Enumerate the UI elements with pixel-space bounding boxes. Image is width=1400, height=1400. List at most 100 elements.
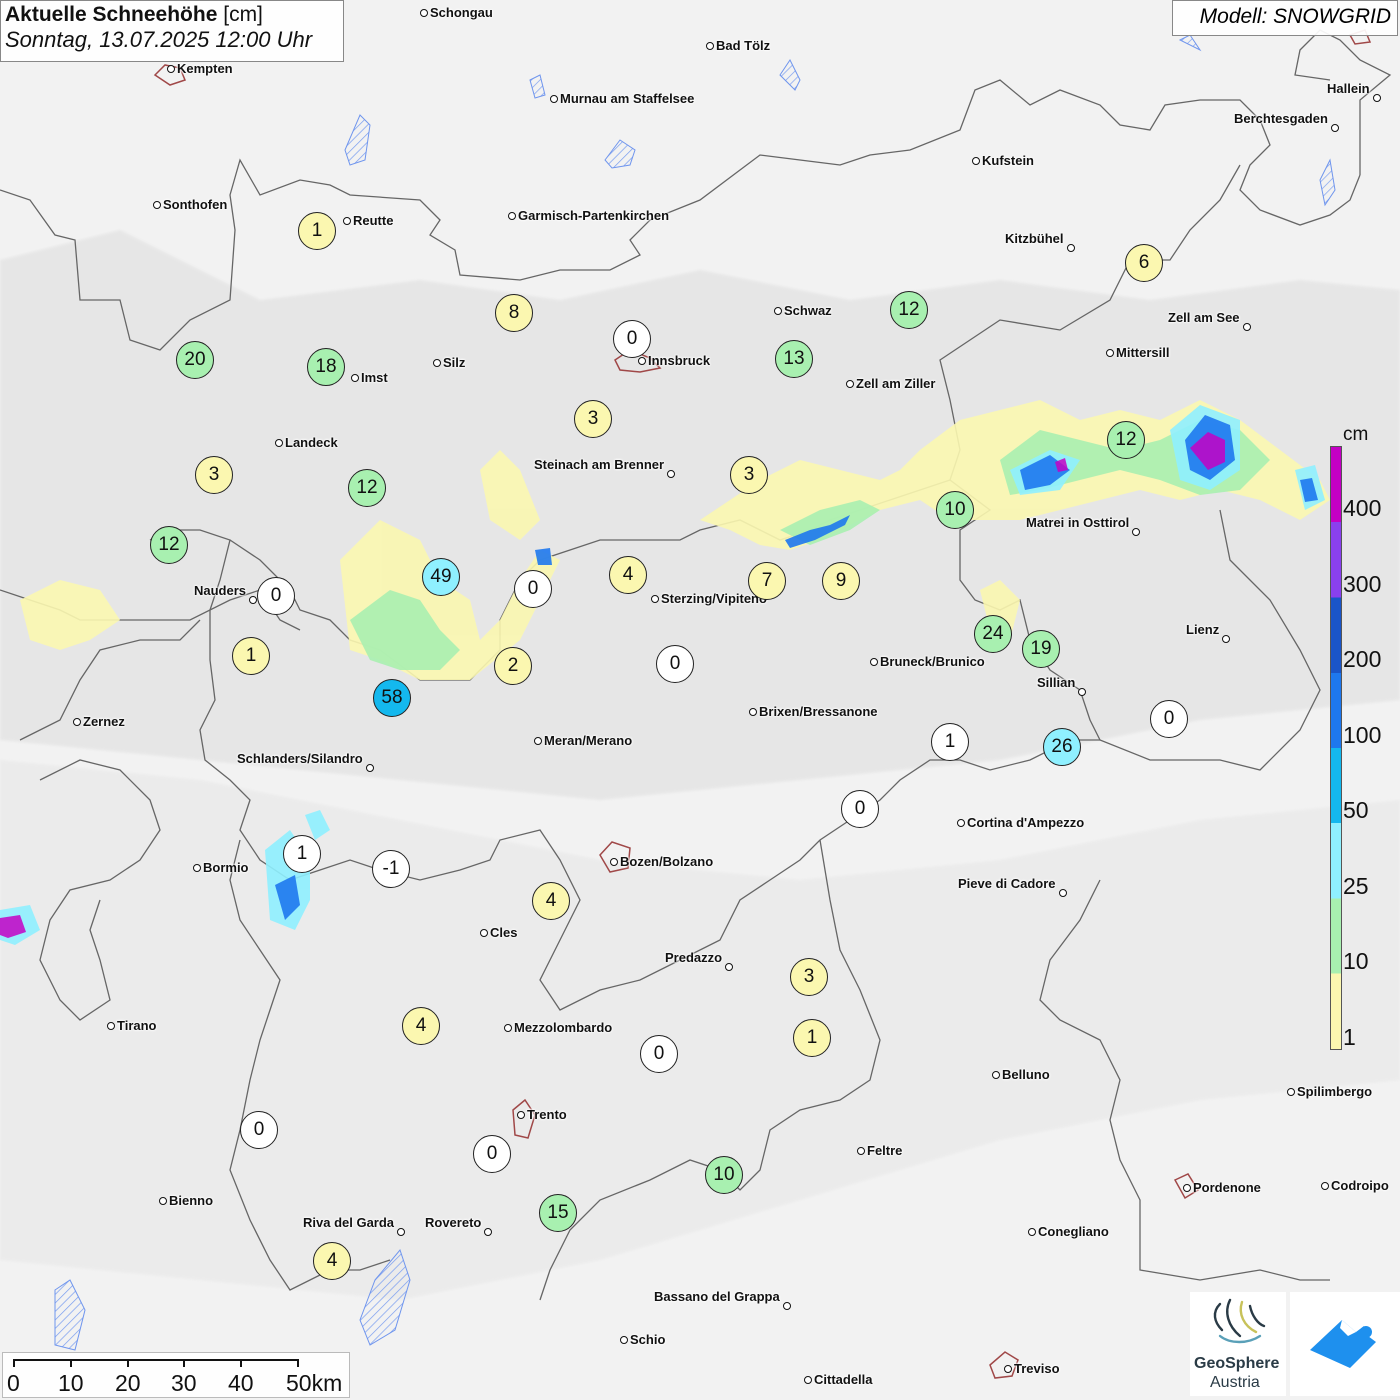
snow-depth-value[interactable]: 8 <box>495 294 533 332</box>
legend-tick-label: 50 <box>1343 797 1369 823</box>
snow-depth-value[interactable]: 4 <box>402 1007 440 1045</box>
city-marker <box>749 708 757 716</box>
city-label: Zell am Ziller <box>856 376 936 391</box>
city-marker <box>1321 1182 1329 1190</box>
city-label: Treviso <box>1014 1361 1060 1376</box>
snow-depth-value[interactable]: 9 <box>822 562 860 600</box>
legend-color-bar <box>1330 446 1342 1050</box>
legend-tick-label: 10 <box>1343 948 1369 974</box>
snow-depth-map[interactable]: Aktuelle Schneehöhe [cm] Sonntag, 13.07.… <box>0 0 1400 1400</box>
snow-depth-value[interactable]: 12 <box>1107 421 1145 459</box>
city-marker <box>73 718 81 726</box>
city-label: Silz <box>443 355 466 370</box>
city-label: Pordenone <box>1193 1180 1261 1195</box>
city-marker <box>870 658 878 666</box>
city-label: Spilimbergo <box>1297 1084 1373 1099</box>
city-label: Matrei in Osttirol <box>1026 515 1130 530</box>
snow-depth-value[interactable]: -1 <box>372 850 410 888</box>
geosphere-logo-icon <box>1213 1298 1266 1344</box>
city-marker <box>153 201 161 209</box>
snow-depth-value[interactable]: 12 <box>348 469 386 507</box>
snow-depth-value[interactable]: 15 <box>539 1194 577 1232</box>
map-title: Aktuelle Schneehöhe [cm] <box>5 3 339 27</box>
snow-depth-value[interactable]: 1 <box>793 1019 831 1057</box>
snow-depth-value[interactable]: 0 <box>656 645 694 683</box>
city-marker <box>972 157 980 165</box>
city-marker <box>1222 635 1230 643</box>
snow-depth-value[interactable]: 4 <box>532 882 570 920</box>
snow-depth-value[interactable]: 26 <box>1043 728 1081 766</box>
city-marker <box>725 963 733 971</box>
city-label: Rovereto <box>425 1215 482 1230</box>
snow-depth-value[interactable]: 12 <box>890 291 928 329</box>
snow-depth-value[interactable]: 13 <box>775 340 813 378</box>
geosphere-logo-subtext: Austria <box>1210 1374 1260 1391</box>
city-label: Riva del Garda <box>303 1215 395 1230</box>
snow-depth-value[interactable]: 1 <box>931 723 969 761</box>
city-marker <box>992 1071 1000 1079</box>
map-date: Sonntag, 13.07.2025 12:00 Uhr <box>5 27 313 52</box>
snow-depth-value[interactable]: 0 <box>841 790 879 828</box>
scale-label: 0 <box>7 1370 20 1396</box>
snow-depth-value[interactable]: 0 <box>257 577 295 615</box>
snow-depth-value[interactable]: 0 <box>640 1035 678 1073</box>
model-label: Modell: SNOWGRID <box>1172 0 1398 36</box>
city-marker <box>1287 1088 1295 1096</box>
city-label: Bruneck/Brunico <box>880 654 985 669</box>
city-marker <box>1132 528 1140 536</box>
snow-depth-value[interactable]: 10 <box>936 491 974 529</box>
mountain-snow-icon <box>1310 1320 1376 1368</box>
snow-depth-value[interactable]: 0 <box>473 1135 511 1173</box>
snow-depth-value[interactable]: 58 <box>373 679 411 717</box>
legend-unit: cm <box>1343 424 1369 445</box>
snow-depth-value[interactable]: 2 <box>494 647 532 685</box>
city-marker <box>857 1147 865 1155</box>
city-label: Kitzbühel <box>1005 231 1064 246</box>
snow-depth-value[interactable]: 3 <box>730 456 768 494</box>
city-marker <box>846 380 854 388</box>
snow-depth-value[interactable]: 7 <box>748 562 786 600</box>
snow-depth-value[interactable]: 12 <box>150 526 188 564</box>
scale-tick <box>127 1359 129 1367</box>
title-main: Aktuelle Schneehöhe <box>5 3 218 26</box>
snow-depth-value[interactable]: 0 <box>1150 700 1188 738</box>
snow-depth-value[interactable]: 4 <box>609 556 647 594</box>
snow-depth-value[interactable]: 3 <box>790 958 828 996</box>
legend-tick-label: 1 <box>1343 1024 1356 1050</box>
city-marker <box>957 819 965 827</box>
city-label: Sonthofen <box>163 197 228 212</box>
snow-depth-value[interactable]: 1 <box>283 835 321 873</box>
snow-depth-value[interactable]: 3 <box>574 400 612 438</box>
snow-depth-value[interactable]: 0 <box>514 570 552 608</box>
city-label: Feltre <box>867 1143 903 1158</box>
city-label: Bassano del Grappa <box>654 1289 780 1304</box>
snow-depth-value[interactable]: 19 <box>1022 630 1060 668</box>
title-unit: [cm] <box>223 3 263 26</box>
legend-tick-label: 25 <box>1343 873 1369 899</box>
city-label: Bozen/Bolzano <box>620 854 714 869</box>
snow-depth-value[interactable]: 24 <box>974 615 1012 653</box>
app-logo <box>1290 1292 1400 1396</box>
city-marker <box>517 1111 525 1119</box>
snow-depth-value[interactable]: 3 <box>195 456 233 494</box>
snow-depth-value[interactable]: 1 <box>298 212 336 250</box>
city-label: Codroipo <box>1331 1178 1389 1193</box>
snow-depth-value[interactable]: 0 <box>613 320 651 358</box>
snow-depth-value[interactable]: 49 <box>422 558 460 596</box>
snow-depth-value[interactable]: 10 <box>705 1156 743 1194</box>
snow-depth-value[interactable]: 18 <box>307 348 345 386</box>
snow-depth-value[interactable]: 20 <box>176 341 214 379</box>
city-label: Cles <box>490 925 518 940</box>
city-label: Kufstein <box>982 153 1034 168</box>
city-marker <box>1373 94 1381 102</box>
scale-tick <box>13 1359 15 1367</box>
city-label: Schio <box>630 1332 666 1347</box>
city-marker <box>706 42 714 50</box>
snow-depth-value[interactable]: 4 <box>313 1242 351 1280</box>
snow-depth-value[interactable]: 1 <box>232 637 270 675</box>
snow-depth-value[interactable]: 6 <box>1125 244 1163 282</box>
city-label: Cittadella <box>814 1372 873 1387</box>
city-label: Pieve di Cadore <box>958 876 1056 891</box>
map-title-box: Aktuelle Schneehöhe [cm] Sonntag, 13.07.… <box>0 0 344 62</box>
snow-depth-value[interactable]: 0 <box>240 1111 278 1149</box>
